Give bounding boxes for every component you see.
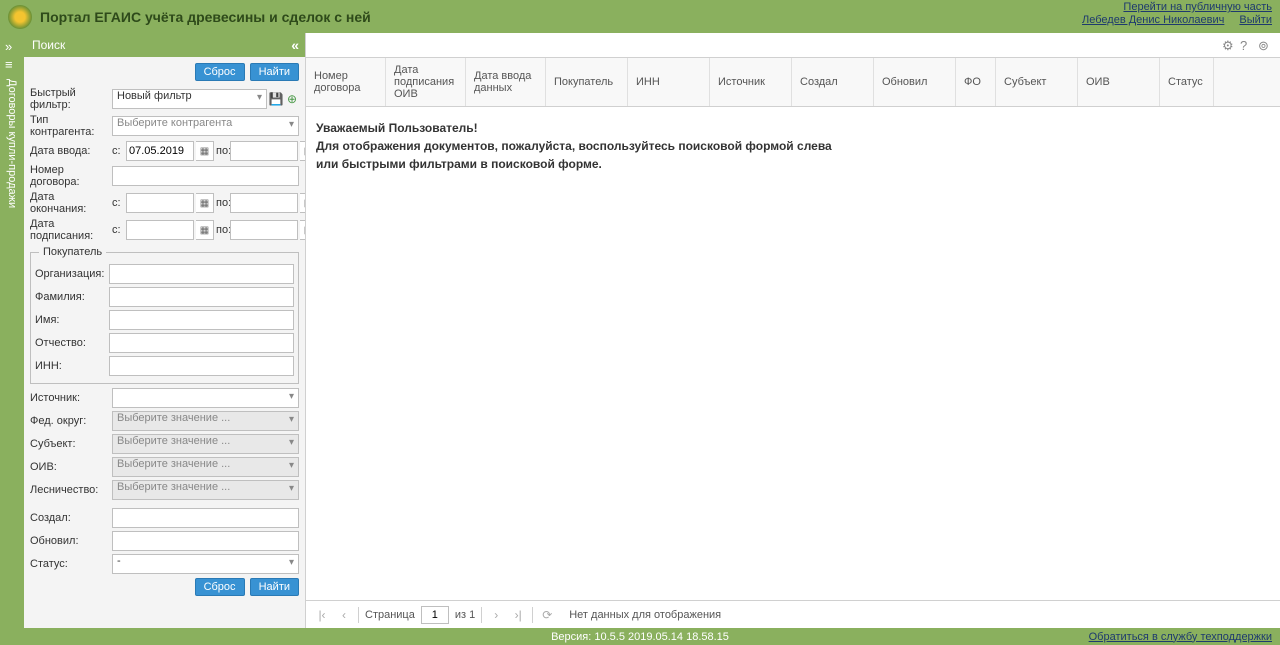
counterparty-type-select[interactable]: Выберите контрагента — [112, 116, 299, 136]
counterparty-type-label: Тип контрагента: — [30, 114, 112, 138]
refresh-icon[interactable]: ⟳ — [539, 607, 555, 623]
date-end-to[interactable] — [230, 193, 298, 213]
version-text: Версия: 10.5.5 2019.05.14 18.58.15 — [551, 631, 729, 643]
name-input[interactable] — [109, 310, 294, 330]
calendar-icon[interactable]: ▦ — [196, 220, 214, 240]
public-link[interactable]: Перейти на публичную часть — [1123, 1, 1272, 13]
source-select[interactable] — [112, 388, 299, 408]
column-header[interactable]: ИНН — [628, 58, 710, 106]
date-input-to[interactable] — [230, 141, 298, 161]
add-filter-icon[interactable]: ⊕ — [285, 92, 299, 106]
user-link[interactable]: Лебедев Денис Николаевич — [1082, 14, 1224, 26]
pager: |‹ ‹ Страница из 1 › ›| ⟳ Нет данных для… — [306, 600, 1280, 628]
created-input[interactable] — [112, 508, 299, 528]
from-label: с: — [112, 145, 124, 157]
empty-message: Уважаемый Пользователь! Для отображения … — [316, 119, 1270, 173]
help-icon[interactable]: ? — [1240, 38, 1254, 52]
updated-input[interactable] — [112, 531, 299, 551]
inn-input[interactable] — [109, 356, 294, 376]
sidebar-header: Поиск « — [24, 33, 305, 57]
column-header[interactable]: Статус — [1160, 58, 1214, 106]
first-page-icon[interactable]: |‹ — [314, 607, 330, 623]
footer: Версия: 10.5.5 2019.05.14 18.58.15 Обрат… — [0, 628, 1280, 645]
nodata-text: Нет данных для отображения — [569, 609, 721, 621]
column-header[interactable]: Источник — [710, 58, 792, 106]
column-header[interactable]: Покупатель — [546, 58, 628, 106]
vertical-tab[interactable]: » ≡ Договоры купли-продажи — [0, 33, 24, 628]
buyer-legend: Покупатель — [39, 246, 106, 258]
support-link[interactable]: Обратиться в службу техподдержки — [1089, 631, 1272, 643]
app-title: Портал ЕГАИС учёта древесины и сделок с … — [40, 9, 371, 25]
date-input-from[interactable] — [126, 141, 194, 161]
column-header[interactable]: Номер договора — [306, 58, 386, 106]
header-right: Перейти на публичную часть Лебедев Денис… — [1070, 0, 1272, 27]
date-sign-label: Дата подписания: — [30, 218, 112, 242]
column-header[interactable]: Создал — [792, 58, 874, 106]
oiv-select[interactable]: Выберите значение ... — [112, 457, 299, 477]
content-toolbar: ⚙ ? ⊚ — [306, 33, 1280, 57]
date-sign-from[interactable] — [126, 220, 194, 240]
collapse-icon[interactable]: « — [291, 37, 299, 53]
contract-num-label: Номер договора: — [30, 164, 112, 188]
calendar-icon[interactable]: ▦ — [300, 141, 305, 161]
main: » ≡ Договоры купли-продажи Поиск « Сброс… — [0, 33, 1280, 628]
vtab-label: Договоры купли-продажи — [6, 75, 18, 212]
calendar-icon[interactable]: ▦ — [300, 193, 305, 213]
surname-input[interactable] — [109, 287, 294, 307]
app-logo — [8, 5, 32, 29]
page-of: из 1 — [455, 609, 475, 621]
quick-filter-label: Быстрый фильтр: — [30, 87, 112, 111]
date-end-from[interactable] — [126, 193, 194, 213]
sidebar-title: Поиск — [32, 38, 65, 52]
column-header[interactable]: ФО — [956, 58, 996, 106]
calendar-icon[interactable]: ▦ — [196, 193, 214, 213]
page-label: Страница — [365, 609, 415, 621]
subject-select[interactable]: Выберите значение ... — [112, 434, 299, 454]
table-header: Номер договораДата подписания ОИВДата вв… — [306, 57, 1280, 107]
buyer-fieldset: Покупатель Организация: Фамилия: Имя: От… — [30, 246, 299, 384]
quick-filter-select[interactable]: Новый фильтр — [112, 89, 267, 109]
status-select[interactable]: - — [112, 554, 299, 574]
logout-link[interactable]: Выйти — [1239, 14, 1272, 26]
gear-icon[interactable]: ⚙ — [1222, 38, 1236, 52]
date-sign-to[interactable] — [230, 220, 298, 240]
column-header[interactable]: Обновил — [874, 58, 956, 106]
calendar-icon[interactable]: ▦ — [196, 141, 214, 161]
column-header[interactable]: Субъект — [996, 58, 1078, 106]
find-button-bottom[interactable]: Найти — [250, 578, 299, 596]
app-header: Портал ЕГАИС учёта древесины и сделок с … — [0, 0, 1280, 33]
find-button-top[interactable]: Найти — [250, 63, 299, 81]
save-filter-icon[interactable]: 💾 — [269, 92, 283, 106]
last-page-icon[interactable]: ›| — [510, 607, 526, 623]
column-header[interactable]: Дата ввода данных — [466, 58, 546, 106]
fed-district-select[interactable]: Выберите значение ... — [112, 411, 299, 431]
date-input-label: Дата ввода: — [30, 145, 112, 157]
next-page-icon[interactable]: › — [488, 607, 504, 623]
content-area: ⚙ ? ⊚ Номер договораДата подписания ОИВД… — [306, 33, 1280, 628]
search-sidebar: Поиск « Сброс Найти Быстрый фильтр: Новы… — [24, 33, 306, 628]
page-input[interactable] — [421, 606, 449, 624]
patronymic-input[interactable] — [109, 333, 294, 353]
reset-button-bottom[interactable]: Сброс — [195, 578, 245, 596]
content-body: Уважаемый Пользователь! Для отображения … — [306, 107, 1280, 600]
prev-page-icon[interactable]: ‹ — [336, 607, 352, 623]
expand-icon[interactable]: » — [5, 39, 19, 53]
sidebar-body: Сброс Найти Быстрый фильтр: Новый фильтр… — [24, 57, 305, 628]
column-header[interactable]: Дата подписания ОИВ — [386, 58, 466, 106]
to-label: по: — [216, 145, 228, 157]
reset-button-top[interactable]: Сброс — [195, 63, 245, 81]
column-header[interactable]: ОИВ — [1078, 58, 1160, 106]
forestry-select[interactable]: Выберите значение ... — [112, 480, 299, 500]
settings-icon[interactable]: ⊚ — [1258, 38, 1272, 52]
date-end-label: Дата окончания: — [30, 191, 112, 215]
menu-icon: ≡ — [5, 57, 19, 71]
contract-num-input[interactable] — [112, 166, 299, 186]
org-input[interactable] — [109, 264, 294, 284]
calendar-icon[interactable]: ▦ — [300, 220, 305, 240]
